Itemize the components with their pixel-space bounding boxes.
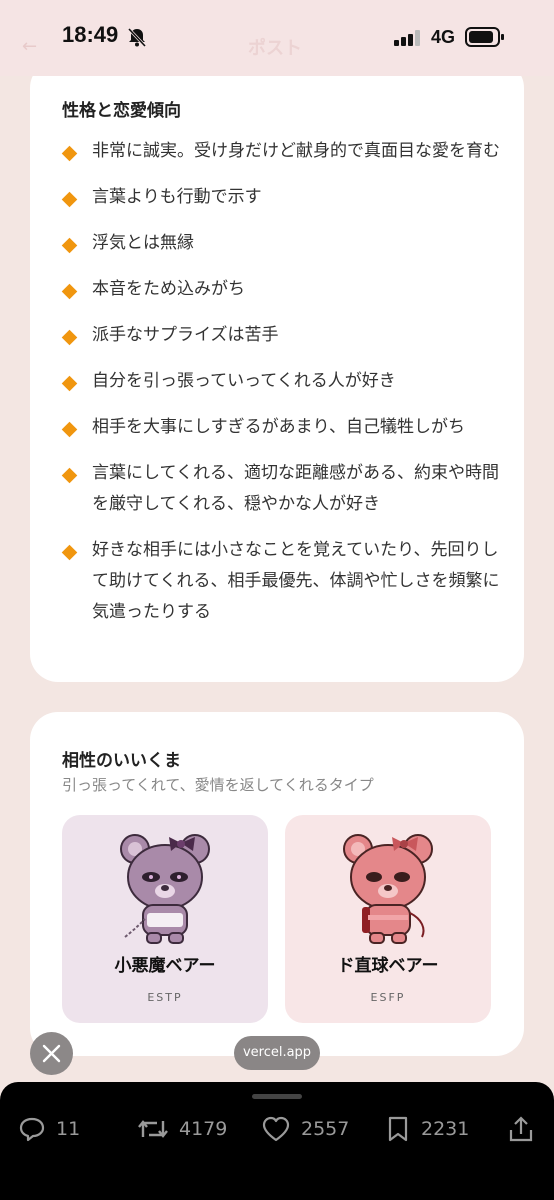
bear-card-esfp[interactable]: ド直球ベアー ESFP	[285, 815, 491, 1023]
diamond-bullet-icon	[61, 145, 78, 162]
network-type: 4G	[431, 27, 456, 47]
traits-card: 性格と恋愛傾向 非常に誠実。受け身だけど献身的で真面目な愛を育む 言葉よりも行動…	[30, 60, 524, 682]
share-button[interactable]	[507, 1114, 535, 1144]
compat-title: 相性のいいくま	[62, 751, 181, 771]
diamond-bullet-icon	[61, 421, 78, 438]
bear-type: ESFP	[370, 991, 406, 1004]
list-item: 派手なサプライズは苦手	[61, 320, 502, 351]
back-arrow-icon[interactable]: ←	[22, 36, 37, 57]
heart-icon	[262, 1116, 290, 1142]
battery-icon	[465, 27, 504, 47]
close-icon	[42, 1044, 61, 1063]
header-title: ポスト	[248, 38, 302, 59]
diamond-bullet-icon	[61, 467, 78, 484]
devil-bear-illustration	[120, 834, 210, 944]
action-bar: 11 4179 2557 2231	[0, 1082, 554, 1200]
like-count: 2557	[301, 1118, 350, 1140]
signal-icon	[394, 30, 420, 46]
status-bar: ← ポスト 18:49 4G	[0, 0, 554, 76]
repost-icon	[138, 1120, 168, 1138]
list-item: 言葉にしてくれる、適切な距離感がある、約束や時間を厳守してくれる、穏やかな人が好…	[61, 458, 502, 520]
status-time: 18:49	[62, 22, 119, 47]
bear-type: ESTP	[147, 991, 183, 1004]
reply-button[interactable]: 11	[18, 1114, 80, 1144]
compat-card: 相性のいいくま 引っ張ってくれて、愛情を返してくれるタイプ 小悪魔ベアー EST…	[30, 712, 524, 1056]
bookmark-count: 2231	[421, 1118, 470, 1140]
traits-title: 性格と恋愛傾向	[62, 101, 181, 121]
compat-subtitle: 引っ張ってくれて、愛情を返してくれるタイプ	[62, 776, 374, 794]
list-item: 相手を大事にしすぎるがあまり、自己犠牲しがち	[61, 412, 502, 443]
list-item: 非常に誠実。受け身だけど献身的で真面目な愛を育む	[61, 136, 502, 167]
share-icon	[509, 1116, 533, 1142]
reply-icon	[19, 1117, 45, 1142]
diamond-bullet-icon	[61, 544, 78, 561]
repost-count: 4179	[179, 1118, 228, 1140]
diamond-bullet-icon	[61, 191, 78, 208]
list-item: 言葉よりも行動で示す	[61, 182, 502, 213]
diamond-bullet-icon	[61, 283, 78, 300]
repost-button[interactable]: 4179	[137, 1114, 227, 1144]
diamond-bullet-icon	[61, 237, 78, 254]
close-button[interactable]	[30, 1032, 73, 1075]
url-pill[interactable]: vercel.app	[234, 1036, 320, 1070]
diamond-bullet-icon	[61, 329, 78, 346]
bear-name: 小悪魔ベアー	[114, 956, 216, 976]
direct-bear-illustration	[343, 834, 433, 944]
bell-muted-icon	[127, 27, 147, 48]
list-item: 自分を引っ張っていってくれる人が好き	[61, 366, 502, 397]
list-item: 浮気とは無縁	[61, 228, 502, 259]
bear-card-estp[interactable]: 小悪魔ベアー ESTP	[62, 815, 268, 1023]
diamond-bullet-icon	[61, 375, 78, 392]
bookmark-icon	[388, 1116, 408, 1142]
bear-name: ド直球ベアー	[337, 956, 439, 976]
reply-count: 11	[56, 1118, 81, 1140]
like-button[interactable]: 2557	[261, 1114, 349, 1144]
list-item: 好きな相手には小さなことを覚えていたり、先回りして助けてくれる、相手最優先、体調…	[61, 535, 502, 628]
traits-list: 非常に誠実。受け身だけど献身的で真面目な愛を育む 言葉よりも行動で示す 浮気とは…	[61, 136, 502, 643]
drag-handle[interactable]	[252, 1094, 302, 1099]
bookmark-button[interactable]: 2231	[385, 1114, 469, 1144]
list-item: 本音をため込みがち	[61, 274, 502, 305]
